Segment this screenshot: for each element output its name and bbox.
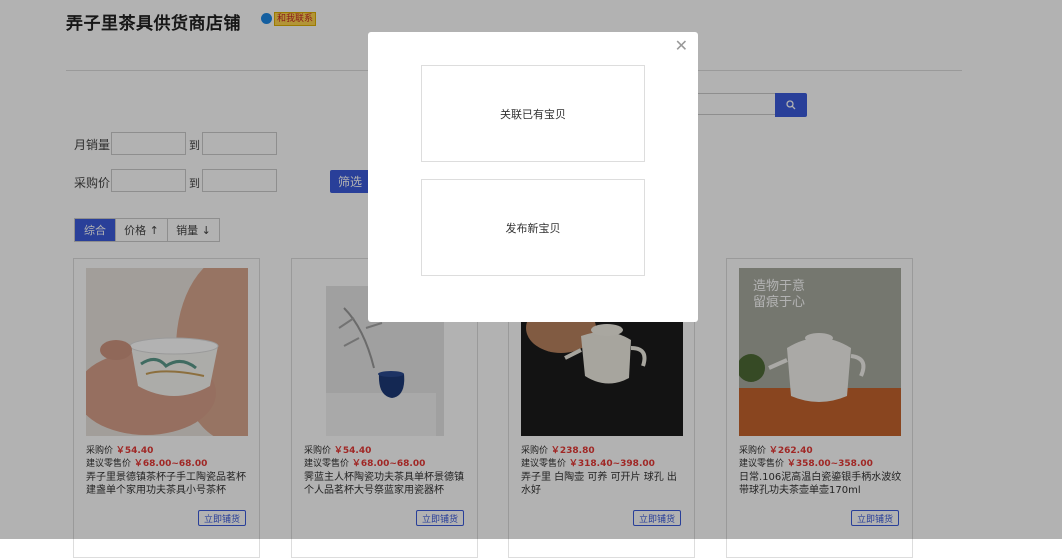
publish-new-item-option[interactable]: 发布新宝贝 (421, 179, 645, 276)
listing-modal: ✕ 关联已有宝贝 发布新宝贝 (368, 32, 698, 322)
link-existing-item-option[interactable]: 关联已有宝贝 (421, 65, 645, 162)
close-icon[interactable]: ✕ (675, 38, 688, 54)
